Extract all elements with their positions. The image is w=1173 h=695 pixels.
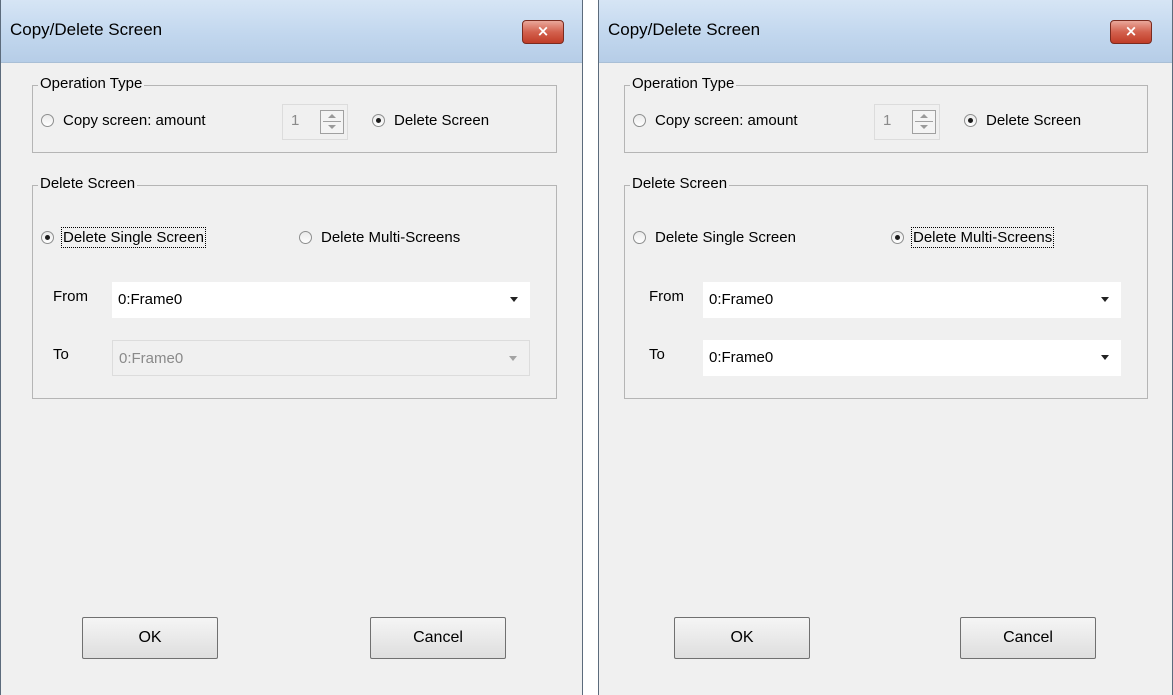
delete-single-radio[interactable]: Delete Single Screen	[41, 227, 206, 248]
radio-icon	[41, 114, 54, 127]
amount-stepper[interactable]: 1	[282, 104, 348, 140]
amount-stepper[interactable]: 1	[874, 104, 940, 140]
amount-value: 1	[291, 112, 300, 129]
copy-screen-radio[interactable]: Copy screen: amount	[41, 112, 206, 129]
to-label: To	[649, 346, 665, 363]
operation-type-group: Operation Type Copy screen: amount 1 Del…	[32, 75, 557, 153]
radio-label: Delete Single Screen	[655, 229, 796, 246]
arrow-up-icon	[328, 114, 336, 118]
from-dropdown[interactable]: 0:Frame0	[112, 282, 530, 318]
group-legend: Operation Type	[630, 75, 737, 92]
copy-delete-dialog-single: Copy/Delete Screen × Operation Type Copy…	[0, 0, 583, 695]
delete-screen-radio[interactable]: Delete Screen	[372, 112, 489, 129]
radio-label: Copy screen: amount	[655, 112, 798, 129]
operation-type-group: Operation Type Copy screen: amount 1 Del…	[624, 75, 1148, 153]
from-label: From	[649, 288, 684, 305]
from-value: 0:Frame0	[118, 291, 183, 308]
copy-screen-radio[interactable]: Copy screen: amount	[633, 112, 798, 129]
radio-icon	[633, 114, 646, 127]
radio-icon	[891, 231, 904, 244]
delete-multi-radio[interactable]: Delete Multi-Screens	[891, 227, 1055, 248]
close-button[interactable]: ×	[1110, 20, 1152, 44]
radio-icon	[299, 231, 312, 244]
spin-buttons[interactable]	[912, 110, 936, 134]
group-legend: Operation Type	[38, 75, 145, 92]
close-icon: ×	[1124, 22, 1138, 40]
radio-label: Delete Screen	[394, 112, 490, 129]
chevron-down-icon	[509, 356, 517, 361]
delete-multi-radio[interactable]: Delete Multi-Screens	[299, 229, 460, 246]
radio-icon	[41, 231, 54, 244]
to-dropdown[interactable]: 0:Frame0	[703, 340, 1121, 376]
group-legend: Delete Screen	[38, 175, 138, 192]
radio-label: Delete Single Screen	[61, 227, 206, 248]
radio-icon	[372, 114, 385, 127]
chevron-down-icon	[1101, 297, 1109, 302]
from-value: 0:Frame0	[709, 291, 774, 308]
delete-screen-radio[interactable]: Delete Screen	[964, 112, 1081, 129]
radio-icon	[633, 231, 646, 244]
group-legend: Delete Screen	[630, 175, 730, 192]
delete-screen-group: Delete Screen Delete Single Screen Delet…	[32, 175, 557, 399]
spin-buttons[interactable]	[320, 110, 344, 134]
ok-button[interactable]: OK	[82, 617, 218, 659]
radio-label: Delete Multi-Screens	[321, 229, 461, 246]
arrow-down-icon	[920, 125, 928, 129]
dialog-title: Copy/Delete Screen	[608, 20, 761, 39]
to-dropdown: 0:Frame0	[112, 340, 530, 376]
from-dropdown[interactable]: 0:Frame0	[703, 282, 1121, 318]
from-label: From	[53, 288, 88, 305]
to-label: To	[53, 346, 69, 363]
close-icon: ×	[536, 22, 550, 40]
delete-screen-group: Delete Screen Delete Single Screen Delet…	[624, 175, 1148, 399]
copy-delete-dialog-multi: Copy/Delete Screen × Operation Type Copy…	[598, 0, 1173, 695]
arrow-up-icon	[920, 114, 928, 118]
to-value: 0:Frame0	[709, 349, 774, 366]
delete-single-radio[interactable]: Delete Single Screen	[633, 229, 796, 246]
cancel-button[interactable]: Cancel	[960, 617, 1096, 659]
chevron-down-icon	[510, 297, 518, 302]
cancel-button[interactable]: Cancel	[370, 617, 506, 659]
radio-label: Delete Screen	[986, 112, 1082, 129]
ok-button[interactable]: OK	[674, 617, 810, 659]
close-button[interactable]: ×	[522, 20, 564, 44]
amount-value: 1	[883, 112, 892, 129]
title-bar: Copy/Delete Screen ×	[1, 0, 582, 63]
arrow-down-icon	[328, 125, 336, 129]
radio-label: Copy screen: amount	[63, 112, 206, 129]
dialog-title: Copy/Delete Screen	[10, 20, 163, 39]
radio-label: Delete Multi-Screens	[910, 227, 1055, 248]
chevron-down-icon	[1101, 355, 1109, 360]
title-bar: Copy/Delete Screen ×	[599, 0, 1172, 63]
to-value: 0:Frame0	[119, 350, 184, 367]
radio-icon	[964, 114, 977, 127]
